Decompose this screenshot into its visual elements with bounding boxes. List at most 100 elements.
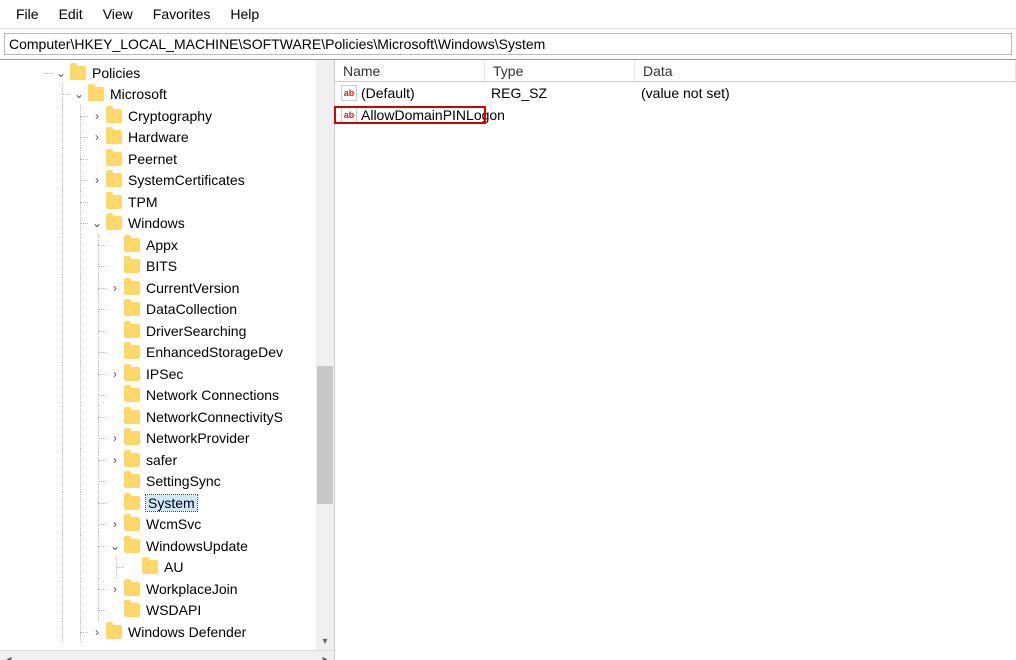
menu-edit[interactable]: Edit <box>49 4 93 24</box>
tree-node-networkprovider[interactable]: › NetworkProvider <box>0 428 334 450</box>
folder-icon <box>124 539 140 553</box>
twisty-empty <box>108 410 122 424</box>
tree-node-workplacejoin[interactable]: › WorkplaceJoin <box>0 578 334 600</box>
tree-node-label: AU <box>164 559 183 575</box>
folder-icon <box>88 87 104 101</box>
chevron-down-icon[interactable]: ⌄ <box>54 66 68 80</box>
chevron-right-icon[interactable]: › <box>108 431 122 445</box>
tree-node-label: WcmSvc <box>146 516 201 532</box>
chevron-right-icon[interactable]: › <box>90 130 104 144</box>
folder-icon <box>106 173 122 187</box>
tree-node-peernet[interactable]: Peernet <box>0 148 334 170</box>
tree-node-wcmsvc[interactable]: › WcmSvc <box>0 514 334 536</box>
tree-node-systemcertificates[interactable]: ›SystemCertificates <box>0 170 334 192</box>
tree-node-hardware[interactable]: ›Hardware <box>0 127 334 149</box>
tree-node-au[interactable]: AU <box>0 557 334 579</box>
registry-tree[interactable]: ⌄Policies⌄Microsoft›Cryptography›Hardwar… <box>0 60 334 650</box>
scrollbar-thumb[interactable] <box>317 366 333 504</box>
chevron-right-icon[interactable]: › <box>108 582 122 596</box>
tree-node-microsoft[interactable]: ⌄ Microsoft <box>0 84 334 106</box>
folder-icon <box>106 216 122 230</box>
menu-view[interactable]: View <box>93 4 143 24</box>
scroll-left-arrow-icon[interactable]: ◂ <box>0 651 18 660</box>
address-field[interactable]: Computer\HKEY_LOCAL_MACHINE\SOFTWARE\Pol… <box>4 33 1012 55</box>
folder-icon <box>124 474 140 488</box>
twisty-empty <box>126 560 140 574</box>
tree-node-label: System <box>146 495 197 511</box>
chevron-right-icon[interactable]: › <box>108 281 122 295</box>
column-name[interactable]: Name <box>335 61 485 81</box>
tree-node-label: Microsoft <box>110 86 167 102</box>
tree-node-label: Cryptography <box>128 108 212 124</box>
tree-node-label: EnhancedStorageDev <box>146 344 283 360</box>
value-name-cell: ab(Default) <box>335 85 485 101</box>
tree-node-label: WSDAPI <box>146 602 201 618</box>
chevron-right-icon[interactable]: › <box>90 173 104 187</box>
tree-node-cryptography[interactable]: › Cryptography <box>0 105 334 127</box>
column-data[interactable]: Data <box>635 61 1016 81</box>
tree-horizontal-scrollbar[interactable]: ◂ ▸ <box>0 650 334 660</box>
tree-node-ipsec[interactable]: ›IPSec <box>0 363 334 385</box>
tree-node-windows[interactable]: ⌄ Windows <box>0 213 334 235</box>
tree-node-enhancedstoragedev[interactable]: EnhancedStorageDev <box>0 342 334 364</box>
tree-node-networkconnectivitys[interactable]: NetworkConnectivityS <box>0 406 334 428</box>
chevron-right-icon[interactable]: › <box>108 517 122 531</box>
chevron-right-icon[interactable]: › <box>90 625 104 639</box>
folder-icon <box>124 259 140 273</box>
scroll-down-arrow-icon[interactable]: ▾ <box>316 632 334 650</box>
folder-icon <box>124 496 140 510</box>
tree-node-label: Windows Defender <box>128 624 246 640</box>
folder-icon <box>124 388 140 402</box>
list-header[interactable]: Name Type Data <box>335 60 1016 82</box>
tree-node-safer[interactable]: ›safer <box>0 449 334 471</box>
tree-node-datacollection[interactable]: DataCollection <box>0 299 334 321</box>
folder-icon <box>106 625 122 639</box>
folder-icon <box>124 453 140 467</box>
tree-node-system[interactable]: System <box>0 492 334 514</box>
folder-icon <box>124 603 140 617</box>
folder-icon <box>124 517 140 531</box>
tree-node-policies[interactable]: ⌄Policies <box>0 62 334 84</box>
tree-node-appx[interactable]: Appx <box>0 234 334 256</box>
tree-node-driversearching[interactable]: DriverSearching <box>0 320 334 342</box>
tree-node-settingsync[interactable]: SettingSync <box>0 471 334 493</box>
tree-node-windows-defender[interactable]: › Windows Defender <box>0 621 334 643</box>
tree-node-label: NetworkProvider <box>146 430 249 446</box>
address-bar: Computer\HKEY_LOCAL_MACHINE\SOFTWARE\Pol… <box>0 29 1016 60</box>
folder-icon <box>124 367 140 381</box>
chevron-down-icon[interactable]: ⌄ <box>90 216 104 230</box>
tree-node-label: DriverSearching <box>146 323 246 339</box>
menubar: FileEditViewFavoritesHelp <box>0 0 1016 29</box>
values-pane: Name Type Data ab(Default)REG_SZ(value n… <box>335 60 1016 660</box>
menu-favorites[interactable]: Favorites <box>143 4 221 24</box>
twisty-empty <box>108 474 122 488</box>
value-row[interactable]: ab(Default)REG_SZ(value not set) <box>335 82 1016 104</box>
tree-node-label: Windows <box>128 215 185 231</box>
tree-vertical-scrollbar[interactable]: ▾ <box>316 60 334 650</box>
folder-icon <box>70 66 86 80</box>
folder-icon <box>142 560 158 574</box>
value-name: (Default) <box>361 85 415 101</box>
value-type: REG_SZ <box>485 85 635 101</box>
tree-node-windowsupdate[interactable]: ⌄WindowsUpdate <box>0 535 334 557</box>
scroll-right-arrow-icon[interactable]: ▸ <box>316 651 334 660</box>
column-type[interactable]: Type <box>485 61 635 81</box>
tree-node-tpm[interactable]: TPM <box>0 191 334 213</box>
tree-node-currentversion[interactable]: ›CurrentVersion <box>0 277 334 299</box>
twisty-empty <box>108 603 122 617</box>
tree-node-label: Peernet <box>128 151 177 167</box>
chevron-right-icon[interactable]: › <box>108 367 122 381</box>
twisty-empty <box>108 238 122 252</box>
folder-icon <box>124 324 140 338</box>
menu-help[interactable]: Help <box>220 4 269 24</box>
chevron-right-icon[interactable]: › <box>108 453 122 467</box>
chevron-down-icon[interactable]: ⌄ <box>72 87 86 101</box>
chevron-down-icon[interactable]: ⌄ <box>108 539 122 553</box>
menu-file[interactable]: File <box>6 4 49 24</box>
chevron-right-icon[interactable]: › <box>90 109 104 123</box>
value-row[interactable]: abAllowDomainPINLogon <box>335 104 1016 126</box>
tree-node-bits[interactable]: BITS <box>0 256 334 278</box>
tree-node-network-connections[interactable]: Network Connections <box>0 385 334 407</box>
tree-node-label: WorkplaceJoin <box>146 581 238 597</box>
tree-node-wsdapi[interactable]: WSDAPI <box>0 600 334 622</box>
